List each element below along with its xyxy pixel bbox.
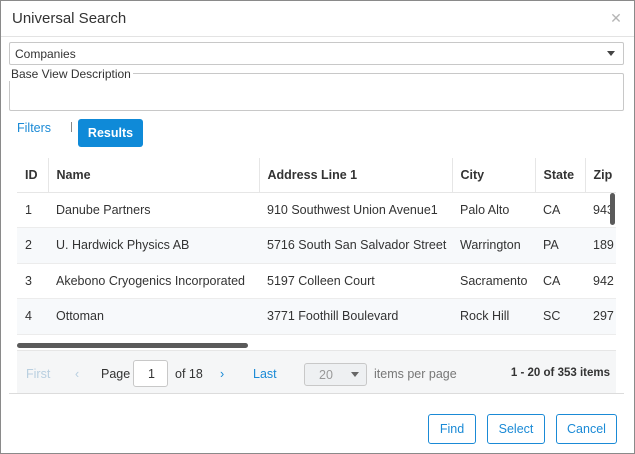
close-icon[interactable]: ✕: [610, 11, 622, 25]
cell-name: Ottoman: [48, 298, 259, 335]
find-button[interactable]: Find: [428, 414, 476, 444]
chevron-left-icon[interactable]: ‹: [75, 367, 79, 381]
table-row[interactable]: 3 Akebono Cryogenics Incorporated 5197 C…: [17, 263, 616, 299]
cell-address: 5716 South San Salvador Street: [259, 227, 452, 264]
grid-pager: First ‹ Page 1 of 18 › Last 20 items per…: [17, 350, 616, 393]
cell-city: Rock Hill: [452, 298, 535, 335]
cell-state: CA: [535, 192, 585, 228]
tab-separator: [71, 122, 72, 132]
horizontal-scroll-thumb[interactable]: [17, 343, 248, 348]
column-header-name[interactable]: Name: [47, 158, 259, 193]
chevron-down-icon[interactable]: [599, 43, 623, 64]
page-size-value: 20: [319, 368, 333, 382]
column-header-id[interactable]: ID: [17, 158, 48, 193]
select-button[interactable]: Select: [487, 414, 545, 444]
cell-city: Palo Alto: [452, 192, 535, 228]
cell-address: 910 Southwest Union Avenue1: [259, 192, 452, 228]
cell-name: Danube Partners: [48, 192, 259, 228]
cell-id: 1: [17, 192, 48, 228]
cell-state: PA: [535, 227, 585, 264]
items-per-page-label: items per page: [374, 367, 457, 381]
column-header-address[interactable]: Address Line 1: [258, 158, 452, 193]
cell-state: CA: [535, 263, 585, 299]
page-number-input[interactable]: 1: [133, 360, 168, 387]
cancel-button[interactable]: Cancel: [556, 414, 617, 444]
cell-name: Akebono Cryogenics Incorporated: [48, 263, 259, 299]
vertical-scroll-thumb[interactable]: [610, 193, 615, 225]
pager-summary: 1 - 20 of 353 items: [510, 367, 610, 379]
grid-header-row: ID Name Address Line 1 City State Zip: [17, 158, 616, 193]
table-row[interactable]: 1 Danube Partners 910 Southwest Union Av…: [17, 192, 616, 228]
cell-id: 2: [17, 227, 48, 264]
pager-last[interactable]: Last: [253, 367, 277, 381]
tab-filters[interactable]: Filters: [17, 121, 51, 135]
cell-name: U. Hardwick Physics AB: [48, 227, 259, 264]
cell-city: Warrington: [452, 227, 535, 264]
pager-page-label: Page: [101, 367, 131, 381]
cell-state: SC: [535, 298, 585, 335]
grid-vertical-scrollbar[interactable]: [609, 160, 616, 338]
chevron-down-icon[interactable]: [344, 364, 366, 385]
cell-id: 4: [17, 298, 48, 335]
column-header-city[interactable]: City: [451, 158, 535, 193]
dialog-title: Universal Search: [12, 10, 127, 27]
universal-search-dialog: Universal Search ✕ Companies Base View D…: [0, 0, 635, 454]
base-view-description-legend: Base View Description: [9, 67, 133, 81]
pager-first[interactable]: First: [26, 367, 50, 381]
table-row[interactable]: 2 U. Hardwick Physics AB 5716 South San …: [17, 227, 616, 264]
table-row[interactable]: 4 Ottoman 3771 Foothill Boulevard Rock H…: [17, 298, 616, 335]
pager-of-label: of 18: [175, 367, 203, 381]
entity-type-select[interactable]: Companies: [9, 42, 624, 65]
cell-address: 3771 Foothill Boulevard: [259, 298, 452, 335]
tab-results[interactable]: Results: [78, 119, 143, 147]
cell-address: 5197 Colleen Court: [259, 263, 452, 299]
column-header-state[interactable]: State: [534, 158, 585, 193]
chevron-right-icon[interactable]: ›: [220, 367, 224, 381]
grid-horizontal-scrollbar[interactable]: [17, 342, 609, 348]
page-size-select[interactable]: 20: [304, 363, 367, 386]
cell-id: 3: [17, 263, 48, 299]
results-panel: Filters Results ID Name Address Line 1 C…: [9, 114, 624, 394]
entity-type-value: Companies: [15, 47, 76, 61]
cell-city: Sacramento: [452, 263, 535, 299]
results-grid: ID Name Address Line 1 City State Zip 1 …: [17, 158, 616, 348]
dialog-titlebar: Universal Search ✕: [1, 1, 634, 37]
